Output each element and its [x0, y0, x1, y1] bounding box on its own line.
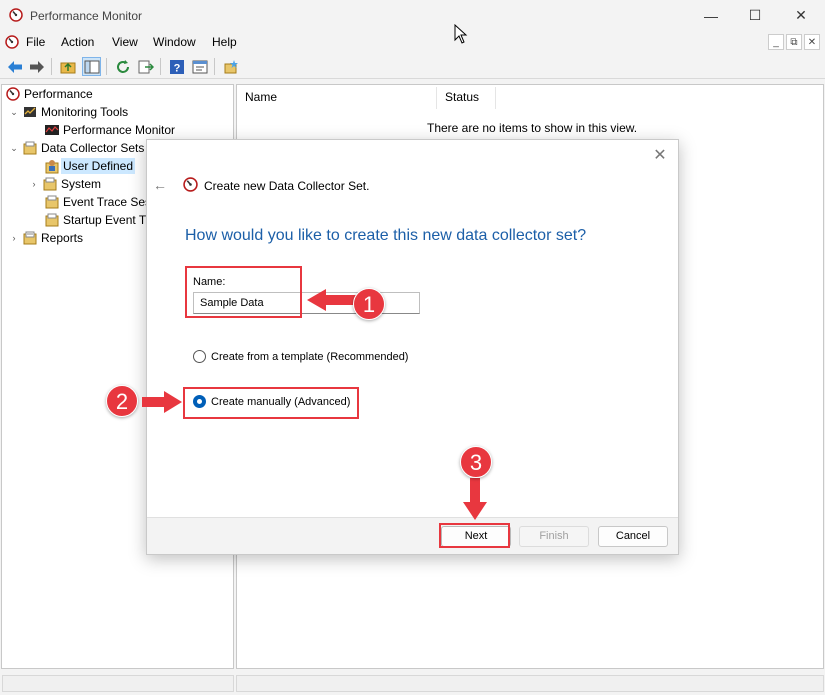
- folder-up-icon[interactable]: [58, 57, 77, 76]
- mouse-cursor-icon: [454, 24, 468, 44]
- annotation-highlight-next: [439, 523, 510, 548]
- event-trace-folder-icon: [44, 194, 60, 210]
- dialog-close-button[interactable]: ✕: [652, 148, 668, 164]
- menu-bar: File Action View Window Help _ ⧉ ✕: [0, 31, 825, 53]
- show-hide-console-tree-icon[interactable]: [82, 57, 101, 76]
- dialog-footer: Next Finish Cancel: [147, 517, 678, 554]
- performance-icon: [5, 86, 21, 102]
- tree-item-data-collector-sets[interactable]: ⌄ Data Collector Sets: [8, 139, 144, 157]
- mdi-minimize-button[interactable]: _: [768, 34, 784, 50]
- tree-item-label: Performance: [24, 87, 93, 101]
- cancel-button[interactable]: Cancel: [598, 526, 668, 547]
- data-collector-sets-icon: [22, 140, 38, 156]
- user-defined-icon: [44, 158, 60, 174]
- toolbar: ?: [0, 54, 825, 79]
- annotation-step-2: 2: [106, 385, 138, 417]
- dialog-question: How would you like to create this new da…: [185, 227, 587, 244]
- close-button[interactable]: ✕: [778, 0, 824, 31]
- tree-item-label: Performance Monitor: [63, 123, 176, 137]
- refresh-icon[interactable]: [113, 57, 132, 76]
- tree-item-system[interactable]: › System: [28, 175, 102, 193]
- column-header-name[interactable]: Name: [245, 90, 277, 104]
- tree-item-reports[interactable]: › Reports: [8, 229, 84, 247]
- tree-item-label: Monitoring Tools: [41, 105, 129, 119]
- dialog-heading: Create new Data Collector Set.: [204, 179, 370, 193]
- tree-item-label: User Defined: [61, 158, 136, 174]
- radio-create-from-template[interactable]: Create from a template (Recommended): [193, 350, 408, 363]
- performance-monitor-icon: [183, 177, 198, 195]
- expand-chevron-icon[interactable]: ›: [28, 179, 40, 189]
- tree-item-performance[interactable]: Performance: [5, 85, 93, 103]
- reports-icon: [22, 230, 38, 246]
- new-collector-icon[interactable]: [221, 57, 240, 76]
- back-arrow-icon[interactable]: [5, 57, 24, 76]
- minimize-button[interactable]: —: [688, 0, 734, 31]
- mdi-restore-button[interactable]: ⧉: [786, 34, 802, 50]
- system-folder-icon: [42, 176, 58, 192]
- annotation-step-1: 1: [353, 288, 385, 320]
- radio-button[interactable]: [193, 350, 206, 363]
- tree-item-label: System: [61, 177, 102, 191]
- menu-window[interactable]: Window: [153, 35, 196, 49]
- title-bar: Performance Monitor — ☐ ✕: [0, 0, 825, 31]
- mdi-system-menu-icon[interactable]: [5, 35, 19, 52]
- annotation-step-3: 3: [460, 446, 492, 478]
- tree-item-label: Reports: [41, 231, 84, 245]
- mdi-close-button[interactable]: ✕: [804, 34, 820, 50]
- tree-item-label: Event Trace Sess: [63, 195, 158, 209]
- finish-button[interactable]: Finish: [519, 526, 589, 547]
- annotation-highlight-create-manually: [183, 387, 359, 419]
- collapse-chevron-icon[interactable]: ⌄: [8, 143, 20, 154]
- forward-arrow-icon[interactable]: [27, 57, 46, 76]
- export-list-icon[interactable]: [136, 57, 155, 76]
- empty-list-message: There are no items to show in this view.: [427, 121, 638, 135]
- tree-item-event-trace-sessions[interactable]: Event Trace Sess: [44, 193, 157, 211]
- help-icon[interactable]: ?: [167, 57, 186, 76]
- collapse-chevron-icon[interactable]: ⌄: [8, 107, 20, 118]
- annotation-arrow-down-icon: [463, 478, 487, 520]
- annotation-arrow-right-icon: [142, 391, 182, 413]
- performance-monitor-app-icon: [9, 8, 23, 25]
- menu-view[interactable]: View: [112, 35, 138, 49]
- annotation-highlight-name: [185, 266, 302, 318]
- tree-item-label: Startup Event Tr: [63, 213, 150, 227]
- tree-item-performance-monitor[interactable]: Performance Monitor: [44, 121, 175, 139]
- create-data-collector-set-dialog: ✕ ← Create new Data Collector Set. How w…: [146, 139, 679, 555]
- status-bar: [0, 671, 825, 695]
- svg-text:?: ?: [173, 62, 180, 74]
- startup-event-folder-icon: [44, 212, 60, 228]
- tree-item-startup-event-trace[interactable]: Startup Event Tr: [44, 211, 150, 229]
- tree-item-user-defined[interactable]: User Defined: [44, 157, 136, 175]
- tree-item-monitoring-tools[interactable]: ⌄ Monitoring Tools: [8, 103, 128, 121]
- tree-item-label: Data Collector Sets: [41, 141, 145, 155]
- column-header-status[interactable]: Status: [445, 90, 479, 104]
- monitoring-tools-icon: [22, 104, 38, 120]
- dialog-back-button[interactable]: ←: [153, 177, 167, 193]
- menu-action[interactable]: Action: [61, 35, 94, 49]
- properties-icon[interactable]: [190, 57, 209, 76]
- performance-chart-icon: [44, 122, 60, 138]
- expand-chevron-icon[interactable]: ›: [8, 233, 20, 243]
- menu-help[interactable]: Help: [212, 35, 237, 49]
- maximize-button[interactable]: ☐: [732, 0, 778, 31]
- window-title: Performance Monitor: [30, 9, 143, 23]
- radio-label: Create from a template (Recommended): [211, 350, 409, 363]
- menu-file[interactable]: File: [26, 35, 45, 49]
